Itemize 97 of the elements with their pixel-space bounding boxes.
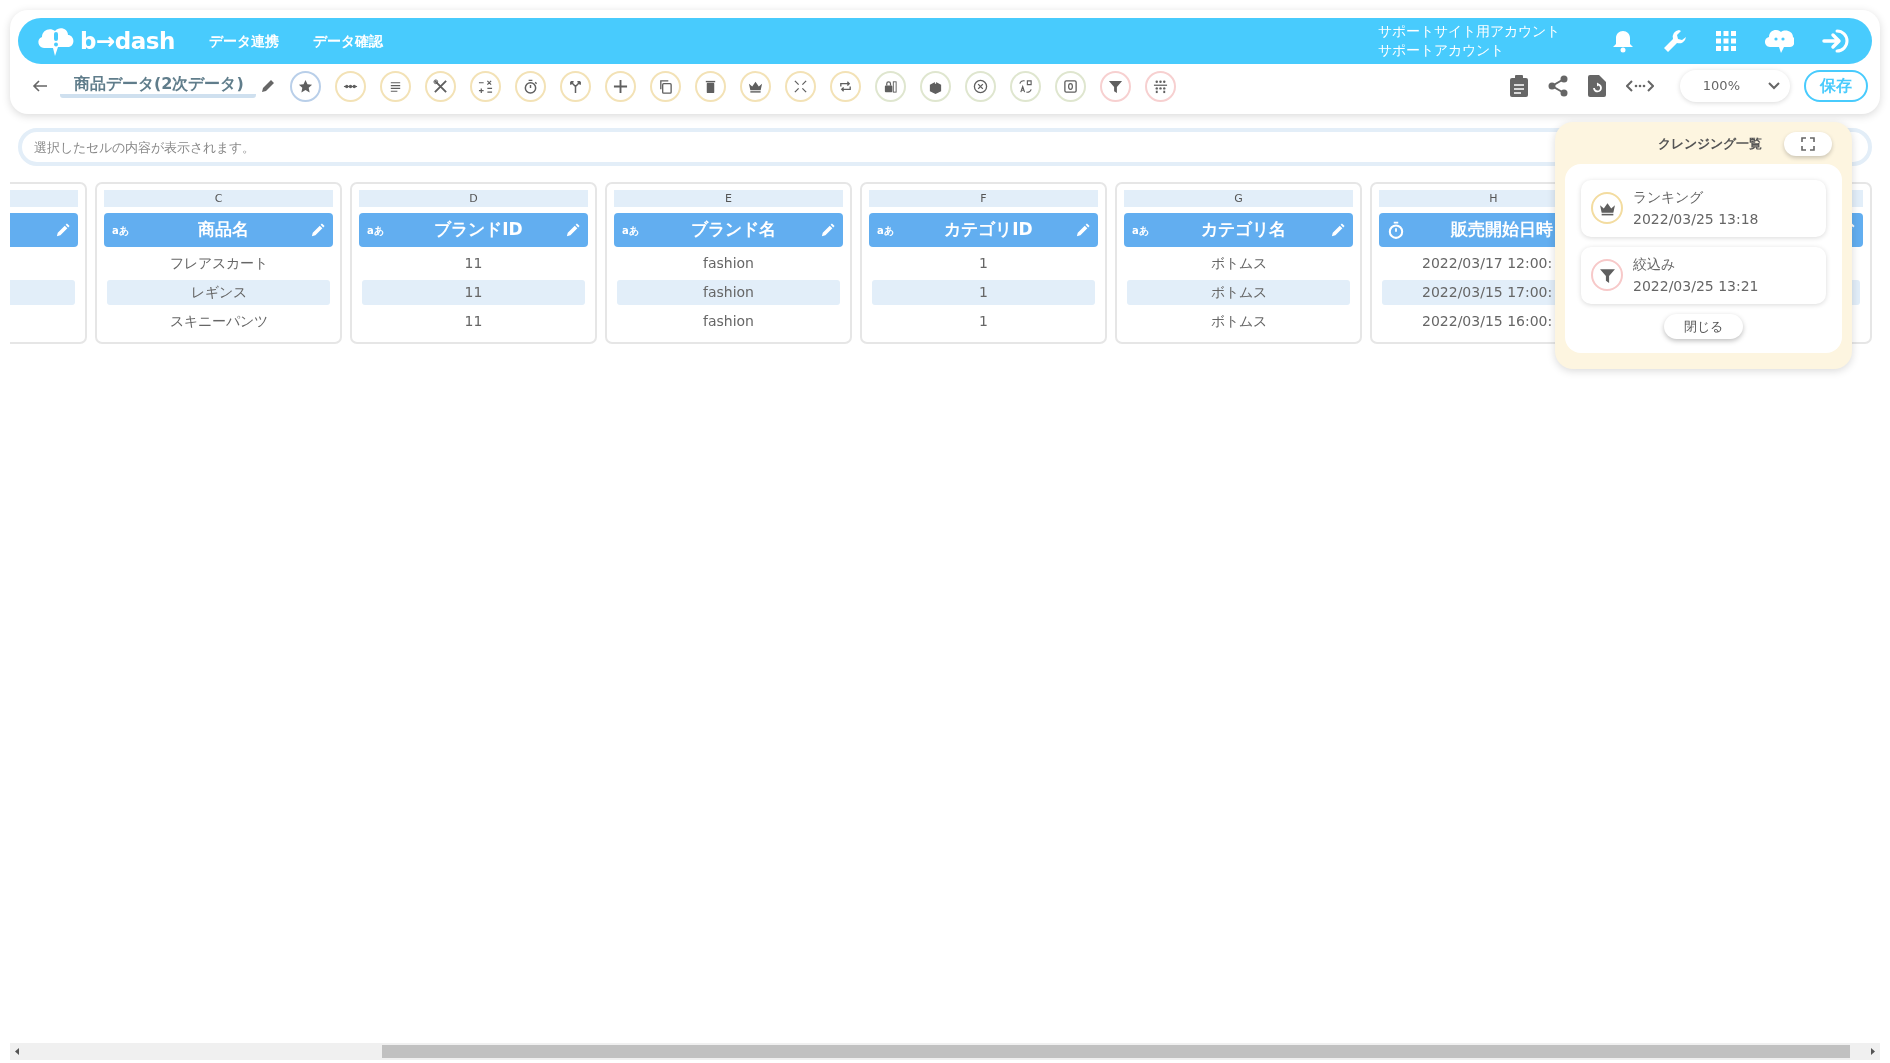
- filter-icon: [1107, 78, 1123, 94]
- crossed-tools-icon: [432, 78, 448, 94]
- table-cell[interactable]: フレアスカート: [107, 251, 330, 276]
- table-cell[interactable]: レギンス: [107, 280, 330, 305]
- table-cell[interactable]: スキニーパンツ: [107, 309, 330, 334]
- tool-button[interactable]: [964, 70, 996, 102]
- clipboard-icon[interactable]: [1510, 75, 1528, 97]
- cleansing-item[interactable]: ランキング 2022/03/25 13:18: [1581, 180, 1826, 237]
- column-name: カテゴリ名: [1200, 218, 1287, 242]
- lock-icon: [882, 78, 898, 94]
- crown-icon: [1591, 192, 1623, 225]
- expand-icon: [1801, 137, 1815, 151]
- close-button[interactable]: 閉じる: [1664, 313, 1743, 340]
- tool-button[interactable]: [919, 70, 951, 102]
- tool-button[interactable]: [1144, 70, 1176, 102]
- table-cell[interactable]: 1: [872, 280, 1095, 305]
- table-cell[interactable]: fashion: [617, 280, 840, 305]
- panel-title: クレンジング一覧: [1658, 135, 1762, 154]
- table-cell[interactable]: 1: [872, 251, 1095, 276]
- table-cell[interactable]: ボトムス: [1127, 309, 1350, 334]
- branch-icon: [567, 78, 583, 94]
- tool-button[interactable]: [559, 70, 591, 102]
- tool-button[interactable]: [1054, 70, 1086, 102]
- zoom-value: 100%: [1702, 77, 1740, 96]
- tool-button[interactable]: [379, 70, 411, 102]
- logo-text: b→dash: [80, 26, 175, 56]
- horizontal-scrollbar[interactable]: [10, 1043, 1880, 1060]
- filter-icon: [1591, 259, 1623, 292]
- type-label: aあ: [367, 223, 385, 238]
- step-name: ランキング: [1633, 188, 1704, 207]
- pencil-icon[interactable]: [1076, 223, 1090, 237]
- copy-icon: [657, 78, 673, 94]
- pencil-icon[interactable]: [821, 223, 835, 237]
- pencil-icon[interactable]: [566, 223, 580, 237]
- column-name: ブランド名: [690, 218, 777, 242]
- column-letter: C: [104, 190, 333, 207]
- zoom-select[interactable]: 100%: [1680, 70, 1790, 102]
- type-label: aあ: [877, 223, 895, 238]
- table-cell[interactable]: 11: [362, 309, 585, 334]
- step-time: 2022/03/25 13:21: [1633, 277, 1759, 297]
- column-name: カテゴリID: [943, 218, 1034, 242]
- column-letter: F: [869, 190, 1098, 207]
- column-name: 商品名: [197, 218, 250, 242]
- dataset-title: 商品データ(2次データ): [60, 73, 256, 99]
- tool-button[interactable]: [739, 70, 771, 102]
- account-site-label: サポートサイト用アカウント: [1378, 22, 1560, 41]
- tool-button[interactable]: [424, 70, 456, 102]
- tool-button[interactable]: [469, 70, 501, 102]
- people-grid-icon: [1152, 78, 1168, 94]
- pencil-icon[interactable]: [56, 223, 70, 237]
- expand-button[interactable]: [1784, 132, 1832, 156]
- math-operators-icon: [477, 78, 493, 94]
- column-letter: E: [614, 190, 843, 207]
- type-label: aあ: [112, 223, 130, 238]
- tool-button[interactable]: [289, 70, 321, 102]
- stopwatch-icon: [522, 78, 538, 94]
- tool-button[interactable]: [514, 70, 546, 102]
- column-name: ブランドID: [433, 218, 524, 242]
- table-cell[interactable]: fashion: [617, 309, 840, 334]
- tool-button[interactable]: [694, 70, 726, 102]
- code-arrows-icon[interactable]: [1626, 79, 1654, 93]
- compress-arrows-icon: [792, 78, 808, 94]
- column-letter: D: [359, 190, 588, 207]
- stopwatch-icon: [1387, 221, 1405, 239]
- type-label: aあ: [1132, 223, 1150, 238]
- back-arrow-icon[interactable]: [32, 79, 48, 93]
- tool-button[interactable]: [1009, 70, 1041, 102]
- account-name: サポートアカウント: [1378, 41, 1505, 60]
- step-time: 2022/03/25 13:18: [1633, 210, 1759, 230]
- zero-box-icon: [1062, 78, 1078, 94]
- pencil-icon[interactable]: [259, 78, 276, 94]
- pencil-icon[interactable]: [1331, 223, 1345, 237]
- plus-icon: [612, 78, 628, 94]
- chevron-down-icon: [1768, 82, 1780, 90]
- table-cell[interactable]: 1: [872, 309, 1095, 334]
- cleansing-item[interactable]: 絞込み 2022/03/25 13:21: [1581, 246, 1826, 304]
- tool-button[interactable]: [874, 70, 906, 102]
- tool-button[interactable]: [604, 70, 636, 102]
- tool-button[interactable]: [649, 70, 681, 102]
- table-cell[interactable]: ボトムス: [1127, 251, 1350, 276]
- table-cell[interactable]: fashion: [617, 251, 840, 276]
- file-refresh-icon[interactable]: [1588, 75, 1606, 97]
- table-cell[interactable]: 11: [362, 251, 585, 276]
- column-letter: G: [1124, 190, 1353, 207]
- x-circle-icon: [972, 78, 988, 94]
- pencil-icon[interactable]: [311, 223, 325, 237]
- star-icon: [297, 78, 313, 94]
- scrollbar-thumb[interactable]: [382, 1045, 1850, 1058]
- share-icon[interactable]: [1548, 75, 1568, 97]
- type-label: aあ: [622, 223, 640, 238]
- tool-button[interactable]: [829, 70, 861, 102]
- table-cell[interactable]: 11: [362, 280, 585, 305]
- column-name: 販売開始日時: [1449, 218, 1554, 242]
- table-cell[interactable]: ボトムス: [1127, 280, 1350, 305]
- tool-button[interactable]: [334, 70, 366, 102]
- step-name: 絞込み: [1633, 254, 1676, 274]
- tool-button[interactable]: [1099, 70, 1131, 102]
